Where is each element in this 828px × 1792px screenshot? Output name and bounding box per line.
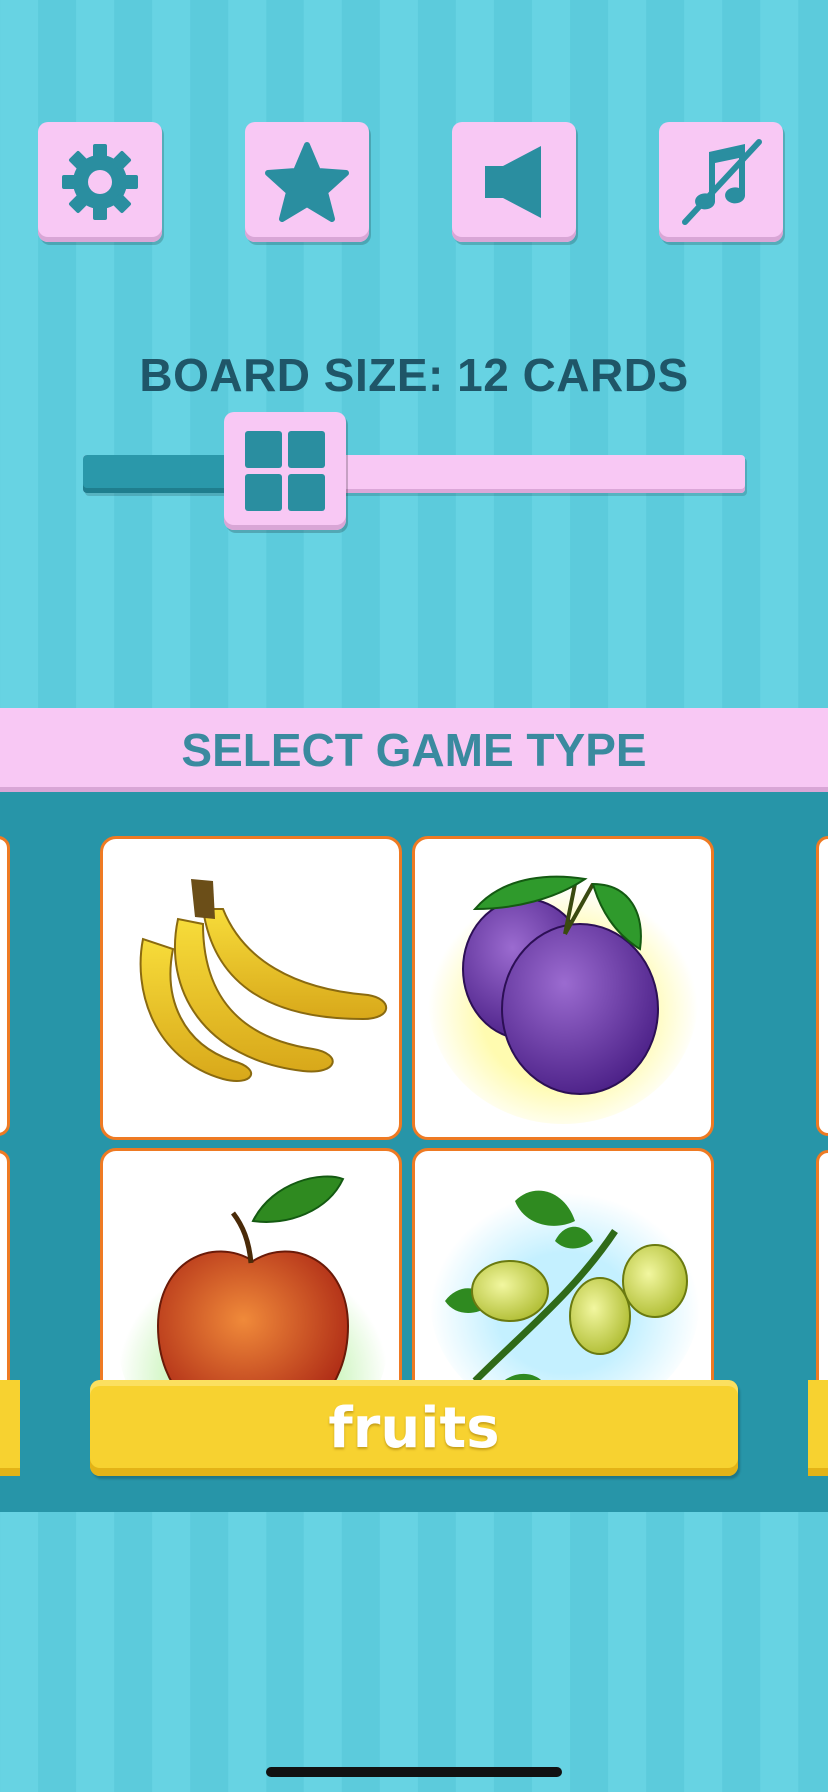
sound-button[interactable]: [452, 122, 576, 242]
home-indicator: [266, 1767, 562, 1777]
music-off-icon: [682, 139, 762, 225]
rate-button[interactable]: [245, 122, 369, 242]
slider-thumb[interactable]: [224, 412, 346, 530]
grid-icon: [245, 431, 325, 511]
music-button[interactable]: [659, 122, 783, 242]
gear-icon: [62, 144, 138, 220]
settings-button[interactable]: [38, 122, 162, 242]
plum-icon: [428, 874, 698, 1124]
prev-card[interactable]: [0, 836, 10, 1136]
select-game-type-banner: SELECT GAME TYPE: [0, 708, 828, 792]
speaker-icon: [485, 146, 541, 218]
banana-icon: [139, 879, 388, 1082]
board-size-label: BOARD SIZE: 12 CARDS: [139, 349, 689, 401]
prev-label-bar[interactable]: [0, 1380, 20, 1476]
card-plum[interactable]: [412, 836, 714, 1140]
next-label-bar[interactable]: [808, 1380, 828, 1476]
card-banana[interactable]: [100, 836, 402, 1140]
star-icon: [265, 142, 349, 222]
game-type-label[interactable]: fruits: [90, 1380, 738, 1476]
next-card[interactable]: [816, 836, 828, 1136]
